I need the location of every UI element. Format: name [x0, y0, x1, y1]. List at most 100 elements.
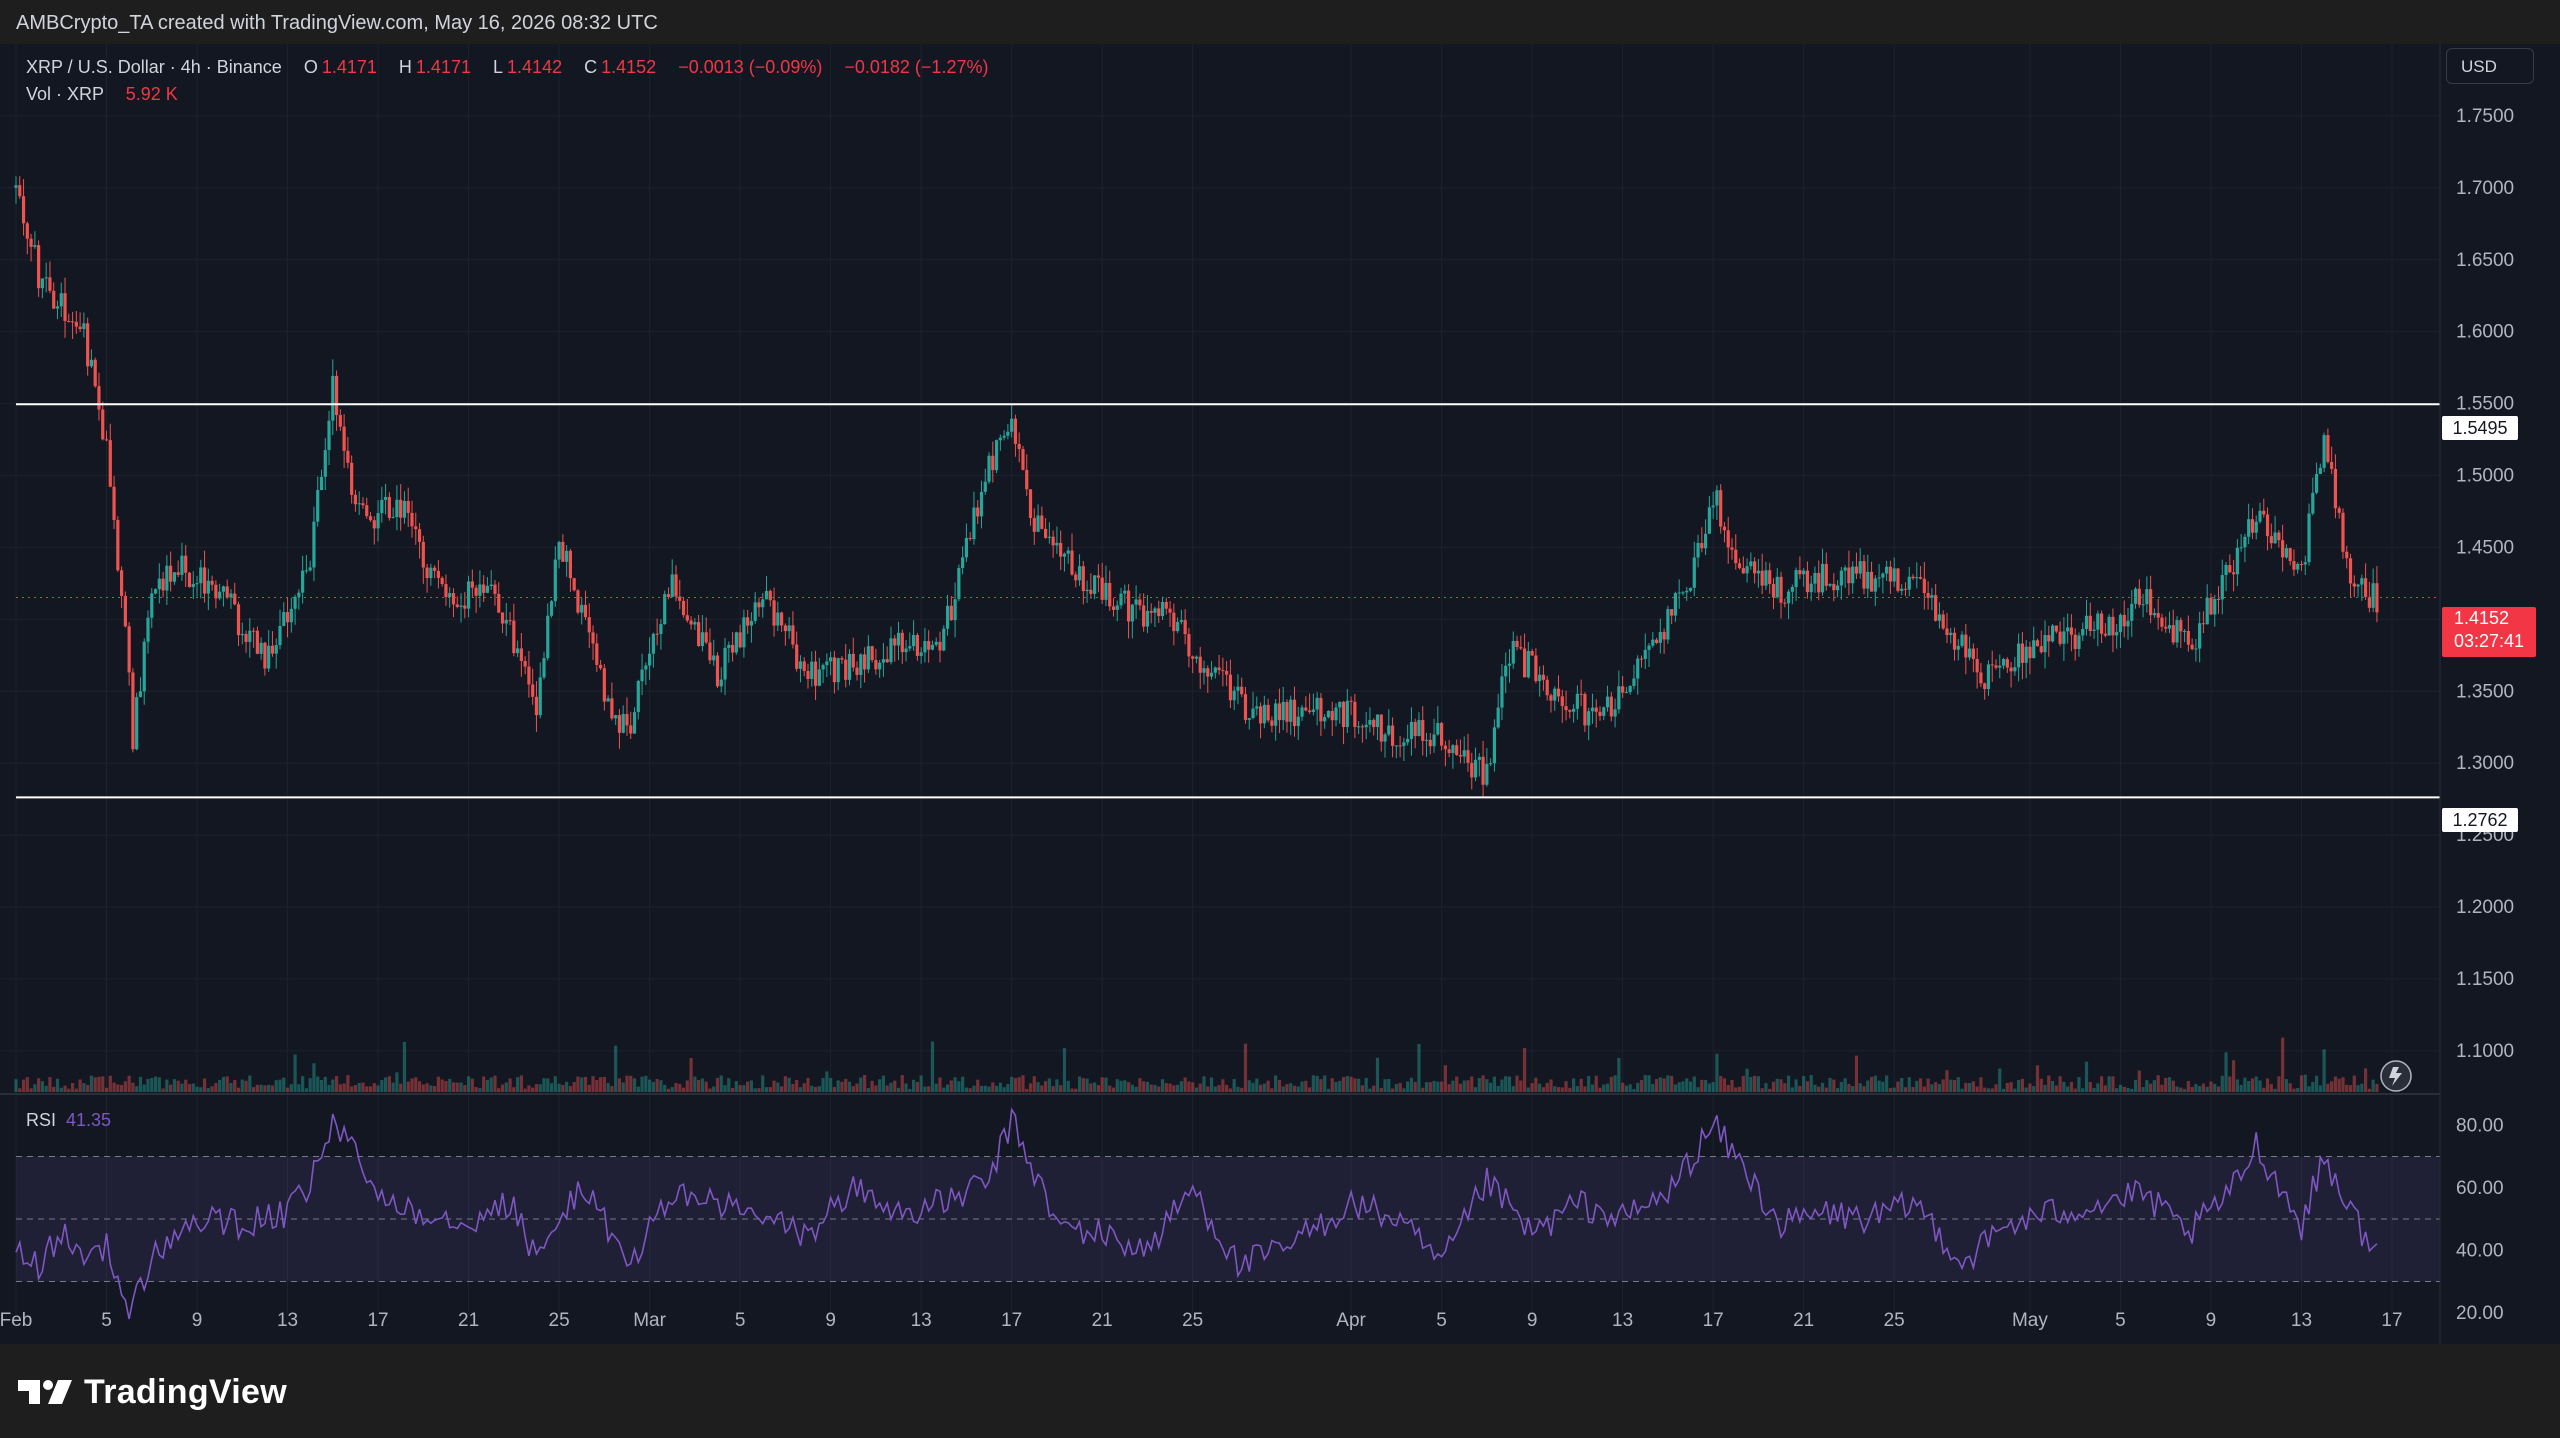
volume-bar — [1926, 1078, 1930, 1092]
volume-bar — [1670, 1075, 1674, 1092]
candle-body — [1568, 710, 1572, 712]
candle-body — [1010, 418, 1014, 432]
candle-body — [998, 437, 1002, 441]
volume-bar — [1900, 1077, 1904, 1092]
volume-bar — [2333, 1076, 2338, 1092]
candle-body — [225, 586, 229, 598]
candle-body — [1756, 570, 1760, 574]
volume-bar — [1643, 1075, 1647, 1092]
candle-body — [180, 555, 184, 575]
candle-body — [659, 624, 663, 634]
volume-bar — [930, 1041, 935, 1092]
candle-body — [1432, 734, 1436, 747]
volume-bar — [1032, 1076, 1036, 1092]
candle-body — [1692, 557, 1696, 588]
volume-bar — [2058, 1076, 2062, 1092]
volume-bar — [18, 1088, 22, 1092]
volume-bar — [312, 1063, 316, 1092]
low-label: L — [493, 57, 504, 77]
candle-body — [2232, 572, 2236, 575]
candle-body — [82, 323, 86, 330]
volume-bar — [1240, 1087, 1244, 1092]
candle-body — [1696, 543, 1700, 558]
volume-bar — [1968, 1082, 1972, 1092]
volume-bar — [1160, 1079, 1165, 1092]
volume-bar — [489, 1077, 493, 1092]
volume-bar — [218, 1079, 222, 1092]
candle-body — [387, 496, 391, 518]
candle-body — [542, 658, 546, 678]
rsi-label[interactable]: RSI — [26, 1110, 56, 1130]
volume-bar — [1492, 1076, 1496, 1092]
volume-bar — [1594, 1075, 1598, 1092]
volume-bar — [2028, 1083, 2032, 1092]
volume-bar — [957, 1081, 961, 1092]
candle-body — [2326, 435, 2330, 462]
volume-bar — [2130, 1088, 2134, 1092]
candle-body — [727, 644, 731, 648]
candle-body — [1719, 490, 1723, 527]
candle-body — [2209, 597, 2213, 615]
candle-body — [2028, 646, 2032, 659]
volume-bar — [338, 1084, 342, 1092]
chart-canvas[interactable]: 1.7500 1.7000 1.6500 1.6000 1.5500 1.5000 1.45… — [0, 44, 2560, 1344]
volume-bar — [297, 1084, 301, 1092]
volume-bar — [1338, 1080, 1342, 1092]
volume-bar — [2330, 1081, 2334, 1092]
volume-bar — [1062, 1048, 1067, 1092]
volume-bar — [715, 1077, 720, 1092]
volume-label[interactable]: Vol · XRP — [26, 84, 104, 104]
candle-body — [2126, 620, 2130, 627]
volume-bar — [1922, 1086, 1926, 1092]
volume-bar — [976, 1079, 980, 1092]
candle-body — [1304, 707, 1308, 711]
volume-bar — [214, 1083, 218, 1092]
horizontal-levels[interactable] — [16, 403, 2440, 799]
open-value: 1.4171 — [321, 57, 377, 77]
tradingview-logo[interactable]: TradingView — [18, 1370, 287, 1414]
tradingview-logo-icon — [18, 1380, 72, 1404]
candle-body — [1745, 566, 1749, 574]
volume-bar — [640, 1076, 644, 1092]
auto-scale-icon[interactable] — [2380, 1060, 2412, 1092]
candle-body — [614, 715, 618, 719]
volume-bars — [14, 1037, 2379, 1092]
candle-body — [18, 185, 22, 197]
currency-button[interactable]: USD — [2446, 48, 2534, 84]
volume-bar — [1519, 1080, 1523, 1092]
chart-area[interactable]: 1.7500 1.7000 1.6500 1.6000 1.5500 1.5000 1.45… — [0, 44, 2560, 1344]
candle-body — [1447, 749, 1451, 754]
candle-body — [1470, 762, 1474, 778]
volume-bar — [1126, 1082, 1131, 1092]
candle-body — [1194, 656, 1199, 659]
candle-body — [572, 578, 576, 591]
candle-body — [1266, 704, 1270, 721]
volume-bar — [1206, 1086, 1210, 1092]
volume-bar — [1394, 1084, 1398, 1092]
candle-body — [1119, 593, 1123, 606]
candle-body — [1998, 665, 2002, 668]
candle-body — [380, 499, 384, 514]
time-tick-label: 17 — [2381, 1310, 2402, 1331]
volume-bar — [2013, 1088, 2017, 1092]
candle-body — [1187, 634, 1191, 657]
volume-bar — [1888, 1088, 1892, 1092]
volume-bar — [2100, 1076, 2104, 1092]
volume-bar — [825, 1071, 829, 1092]
candle-body — [436, 570, 440, 578]
candle-body — [806, 670, 810, 680]
candle-body — [1055, 542, 1059, 546]
volume-bar — [595, 1079, 599, 1092]
symbol-name[interactable]: XRP / U.S. Dollar · 4h · Binance — [26, 57, 282, 77]
volume-bar — [466, 1076, 471, 1092]
volume-bar — [1783, 1083, 1787, 1092]
candle-body — [1986, 664, 1991, 689]
candle-body — [821, 665, 825, 670]
volume-bar — [942, 1087, 946, 1092]
volume-bar — [979, 1085, 984, 1092]
candle-body — [1421, 720, 1425, 741]
candle-body — [753, 602, 757, 621]
volume-bar — [2077, 1077, 2081, 1092]
candle-body — [1956, 645, 1960, 650]
volume-bar — [1489, 1082, 1493, 1092]
